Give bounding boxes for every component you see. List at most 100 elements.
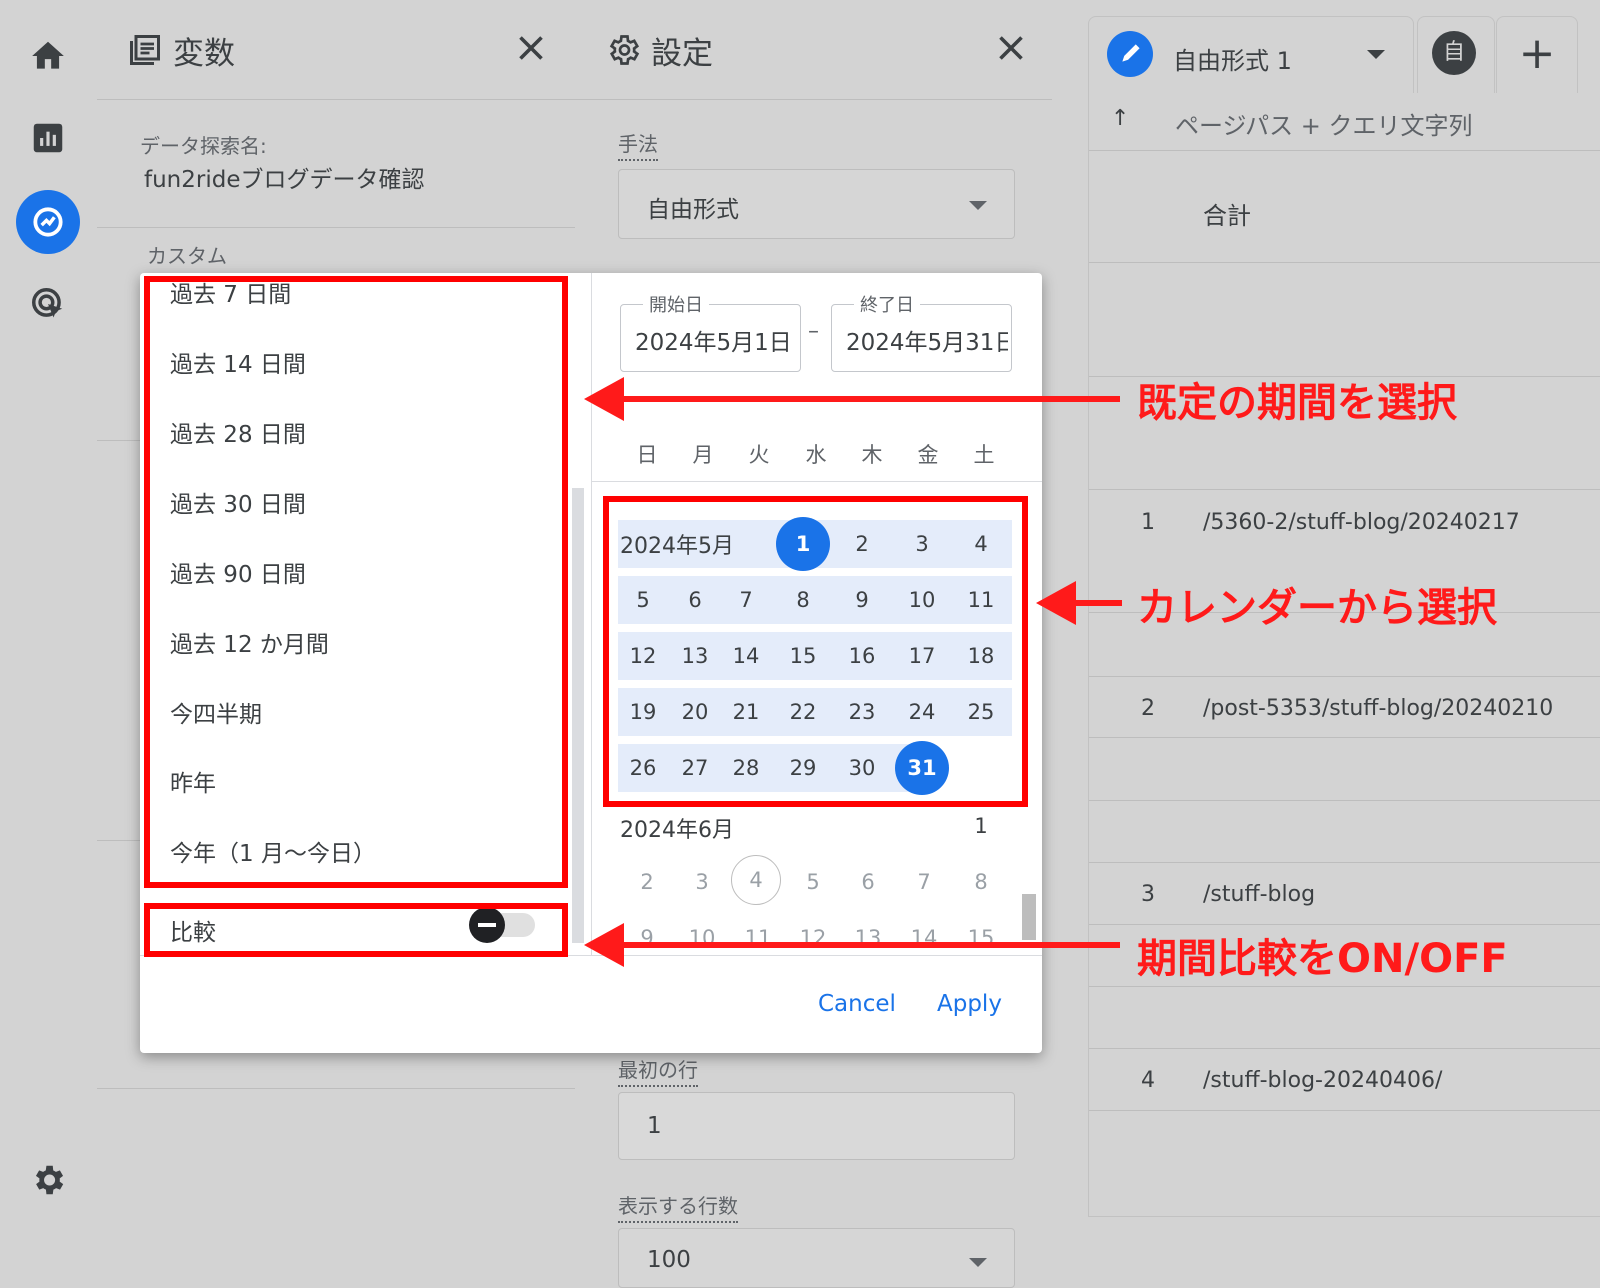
end-date-input[interactable]: 終了日 2024年5月31日 <box>831 291 1012 372</box>
variables-panel-header: 変数 <box>97 0 575 100</box>
calendar-scrollbar[interactable] <box>1022 894 1036 940</box>
calendar-day[interactable]: 13 <box>841 911 895 955</box>
calendar-day[interactable]: 15 <box>954 911 1008 955</box>
calendar-day[interactable]: 5 <box>786 855 840 909</box>
explore-nav-button[interactable] <box>16 190 80 254</box>
calendar-day[interactable]: 1 <box>954 799 1008 853</box>
technique-select[interactable]: 自由形式 <box>618 169 1015 239</box>
end-date-label: 終了日 <box>854 291 920 317</box>
tab-compact[interactable]: 自 <box>1417 16 1495 93</box>
divider <box>1089 862 1600 863</box>
exploration-name-value[interactable]: fun2rideブログデータ確認 <box>144 160 424 194</box>
rows-to-show-select[interactable]: 100 <box>618 1228 1015 1288</box>
divider <box>97 1088 575 1089</box>
row-path[interactable]: /stuff-blog-20240406/ <box>1203 1068 1442 1093</box>
rows-to-show-label: 表示する行数 <box>618 1190 738 1223</box>
column-header[interactable]: ページパス + クエリ文字列 <box>1175 106 1472 141</box>
calendar-annotation: カレンダーから選択 <box>1137 585 1497 631</box>
gear-icon <box>35 1165 64 1195</box>
report-table: ↑ ページパス + クエリ文字列 合計 1 /5360-2/stuff-blog… <box>1088 92 1600 1217</box>
divider <box>1089 800 1600 801</box>
preset-highlight-box <box>144 276 568 888</box>
arrow-line <box>620 942 1120 948</box>
first-row-input[interactable]: 1 <box>618 1092 1015 1160</box>
reports-nav-button[interactable] <box>16 106 80 170</box>
divider <box>1089 1110 1600 1111</box>
calendar-day[interactable]: 7 <box>897 855 951 909</box>
calendar-day[interactable]: 9 <box>620 911 674 955</box>
end-date-value: 2024年5月31日 <box>846 330 1008 356</box>
arrow-line <box>620 396 1120 402</box>
compare-highlight-box <box>144 903 568 957</box>
compare-annotation: 期間比較をON/OFF <box>1137 936 1508 982</box>
june-month-label: 2024年6月 <box>620 818 734 843</box>
exploration-name-label: データ探索名: <box>140 134 267 158</box>
chevron-down-icon <box>969 201 987 210</box>
first-row-label-wrap: 最初の行 <box>618 1054 698 1087</box>
arrow-left-icon <box>584 923 624 967</box>
close-settings-icon[interactable] <box>993 30 1029 66</box>
range-dash: – <box>808 319 819 344</box>
calendar-day[interactable]: 10 <box>675 911 729 955</box>
weekday-label: 月 <box>692 443 714 467</box>
sort-arrow-icon[interactable]: ↑ <box>1111 106 1129 131</box>
preset-annotation: 既定の期間を選択 <box>1137 380 1457 426</box>
tab-compact-badge: 自 <box>1432 31 1476 75</box>
calendar-day[interactable]: 8 <box>954 855 1008 909</box>
close-variables-icon[interactable] <box>513 30 549 66</box>
tab-freeform[interactable]: 自由形式 1 <box>1088 16 1414 93</box>
explore-icon <box>33 207 63 237</box>
settings-panel-title: 設定 <box>651 36 713 72</box>
row-path[interactable]: /stuff-blog <box>1203 882 1315 907</box>
start-date-value: 2024年5月1日 <box>635 330 792 356</box>
calendar-day[interactable]: 12 <box>786 911 840 955</box>
variables-panel-title: 変数 <box>173 36 235 72</box>
add-tab-button[interactable]: + <box>1496 16 1578 93</box>
calendar-day[interactable]: 3 <box>675 855 729 909</box>
bar-chart-icon <box>33 123 63 153</box>
target-cursor-icon <box>32 288 63 318</box>
admin-settings-button[interactable] <box>16 1148 80 1212</box>
total-label: 合計 <box>1203 202 1251 230</box>
tab-freeform-label: 自由形式 1 <box>1173 47 1292 75</box>
row-path[interactable]: /post-5353/stuff-blog/20240210 <box>1203 696 1553 721</box>
weekday-label: 日 <box>636 443 658 467</box>
apply-button[interactable]: Apply <box>937 991 1002 1017</box>
weekday-label: 土 <box>973 443 995 467</box>
arrow-left-icon <box>584 377 624 421</box>
divider <box>1089 676 1600 677</box>
home-icon <box>32 41 64 69</box>
advertising-nav-button[interactable] <box>16 272 80 336</box>
calendar-day[interactable]: 14 <box>897 911 951 955</box>
calendar-day[interactable]: 2 <box>620 855 674 909</box>
technique-select-value: 自由形式 <box>647 197 739 223</box>
weekday-label: 木 <box>861 443 883 467</box>
weekday-label: 金 <box>917 443 939 467</box>
calendar-highlight-box <box>603 496 1028 807</box>
divider <box>1089 986 1600 987</box>
calendar-day[interactable]: 6 <box>841 855 895 909</box>
home-nav-button[interactable] <box>16 24 80 88</box>
calendar-day-today[interactable]: 4 <box>731 855 781 905</box>
divider <box>1089 262 1600 263</box>
preset-scrollbar[interactable] <box>572 488 584 943</box>
row-index: 2 <box>1141 696 1155 721</box>
rows-to-show-value: 100 <box>647 1247 691 1273</box>
calendar-day[interactable]: 11 <box>731 911 785 955</box>
row-index: 1 <box>1141 510 1155 535</box>
settings-panel-header: 設定 <box>575 0 1052 100</box>
cancel-button[interactable]: Cancel <box>818 991 896 1017</box>
arrow-left-icon <box>1036 581 1076 625</box>
divider <box>1089 737 1600 738</box>
rows-to-show-label-wrap: 表示する行数 <box>618 1190 738 1223</box>
chevron-down-icon[interactable] <box>1367 50 1385 59</box>
start-date-label: 開始日 <box>643 291 709 317</box>
divider <box>1089 1048 1600 1049</box>
divider <box>1089 150 1600 151</box>
variables-icon <box>130 35 160 65</box>
start-date-input[interactable]: 開始日 2024年5月1日 <box>620 291 801 372</box>
row-path[interactable]: /5360-2/stuff-blog/20240217 <box>1203 510 1520 535</box>
report-area: 自由形式 1 自 + ↑ ページパス + クエリ文字列 合計 1 /5360-2… <box>1052 0 1600 1267</box>
weekday-label: 火 <box>748 443 770 467</box>
divider <box>1089 924 1600 925</box>
